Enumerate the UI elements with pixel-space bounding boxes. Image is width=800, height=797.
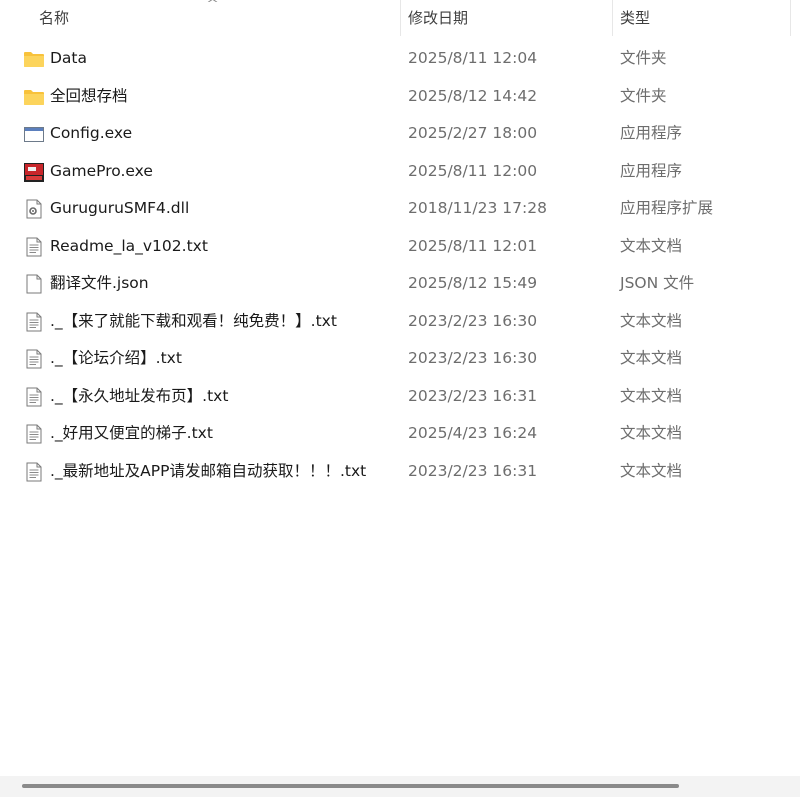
folder-icon	[23, 49, 45, 69]
file-name: GamePro.exe	[50, 161, 153, 180]
text-document-icon	[23, 312, 45, 332]
column-divider[interactable]	[612, 0, 613, 36]
window-app-icon	[23, 124, 45, 144]
file-type: 文本文档	[620, 236, 683, 255]
file-row[interactable]: ._好用又便宜的梯子.txt 2025/4/23 16:24 文本文档	[0, 415, 800, 453]
file-name: ._【来了就能下载和观看！纯免费！】.txt	[50, 311, 337, 330]
file-row[interactable]: Config.exe 2025/2/27 18:00 应用程序	[0, 115, 800, 153]
sort-ascending-icon: ^	[206, 0, 220, 10]
file-row[interactable]: ._【永久地址发布页】.txt 2023/2/23 16:31 文本文档	[0, 378, 800, 416]
file-name: 全回想存档	[50, 86, 128, 105]
file-name: 翻译文件.json	[50, 274, 149, 292]
file-row[interactable]: GamePro.exe 2025/8/11 12:00 应用程序	[0, 153, 800, 191]
file-name: ._【永久地址发布页】.txt	[50, 386, 229, 405]
file-modified-date: 2025/4/23 16:24	[408, 424, 538, 442]
scrollbar-thumb[interactable]	[22, 784, 679, 788]
column-header-name[interactable]: 名称	[39, 0, 69, 36]
file-name: GuruguruSMF4.dll	[50, 199, 190, 217]
text-document-icon	[23, 237, 45, 257]
file-row[interactable]: ._【来了就能下载和观看！纯免费！】.txt 2023/2/23 16:30 文…	[0, 303, 800, 341]
file-type: 文件夹	[620, 86, 667, 105]
column-header-bar: ^ 名称 修改日期 类型	[0, 0, 800, 36]
file-modified-date: 2025/2/27 18:00	[408, 124, 538, 142]
file-modified-date: 2025/8/12 15:49	[408, 274, 538, 292]
file-name: Data	[50, 49, 88, 67]
file-modified-date: 2023/2/23 16:30	[408, 311, 538, 330]
file-modified-date: 2025/8/11 12:04	[408, 49, 538, 67]
column-header-date[interactable]: 修改日期	[408, 0, 468, 36]
file-modified-date: 2025/8/11 12:01	[408, 236, 538, 255]
horizontal-scrollbar[interactable]	[0, 776, 800, 797]
file-row[interactable]: GuruguruSMF4.dll 2018/11/23 17:28 应用程序扩展	[0, 190, 800, 228]
file-list: Data 2025/8/11 12:04 文件夹 全回想存档 2025/8/12…	[0, 40, 800, 490]
file-type: 文本文档	[620, 386, 683, 405]
column-divider[interactable]	[400, 0, 401, 36]
text-document-icon	[23, 462, 45, 482]
file-type: 应用程序	[620, 161, 683, 180]
file-row[interactable]: Readme_la_v102.txt 2025/8/11 12:01 文本文档	[0, 228, 800, 266]
file-type: 文本文档	[620, 424, 683, 442]
file-name: Config.exe	[50, 124, 133, 142]
file-modified-date: 2025/8/12 14:42	[408, 86, 538, 105]
dll-gear-icon	[23, 199, 45, 219]
column-header-type[interactable]: 类型	[620, 0, 650, 36]
file-name: ._好用又便宜的梯子.txt	[50, 424, 213, 442]
file-row[interactable]: 翻译文件.json 2025/8/12 15:49 JSON 文件	[0, 265, 800, 303]
file-type: 应用程序	[620, 124, 683, 142]
game-app-icon	[23, 162, 45, 182]
file-name: ._【论坛介绍】.txt	[50, 349, 182, 367]
file-modified-date: 2023/2/23 16:31	[408, 386, 538, 405]
blank-document-icon	[23, 274, 45, 294]
file-row[interactable]: 全回想存档 2025/8/12 14:42 文件夹	[0, 78, 800, 116]
text-document-icon	[23, 387, 45, 407]
file-type: 文本文档	[620, 349, 683, 367]
file-modified-date: 2018/11/23 17:28	[408, 199, 547, 217]
file-type: 文件夹	[620, 49, 667, 67]
file-name: ._最新地址及APP请发邮箱自动获取！！！.txt	[50, 461, 367, 480]
text-document-icon	[23, 349, 45, 369]
folder-icon	[23, 87, 45, 107]
file-modified-date: 2025/8/11 12:00	[408, 161, 538, 180]
file-type: 文本文档	[620, 461, 683, 480]
file-modified-date: 2023/2/23 16:30	[408, 349, 538, 367]
file-type: 文本文档	[620, 311, 683, 330]
file-modified-date: 2023/2/23 16:31	[408, 461, 538, 480]
text-document-icon	[23, 424, 45, 444]
file-type: 应用程序扩展	[620, 199, 714, 217]
file-row[interactable]: ._最新地址及APP请发邮箱自动获取！！！.txt 2023/2/23 16:3…	[0, 453, 800, 491]
file-type: JSON 文件	[620, 274, 695, 292]
file-row[interactable]: Data 2025/8/11 12:04 文件夹	[0, 40, 800, 78]
column-divider[interactable]	[790, 0, 791, 36]
file-name: Readme_la_v102.txt	[50, 236, 208, 255]
file-explorer-list: ^ 名称 修改日期 类型 Data 2025/8/11 12:04 文件夹 全回…	[0, 0, 800, 797]
file-row[interactable]: ._【论坛介绍】.txt 2023/2/23 16:30 文本文档	[0, 340, 800, 378]
